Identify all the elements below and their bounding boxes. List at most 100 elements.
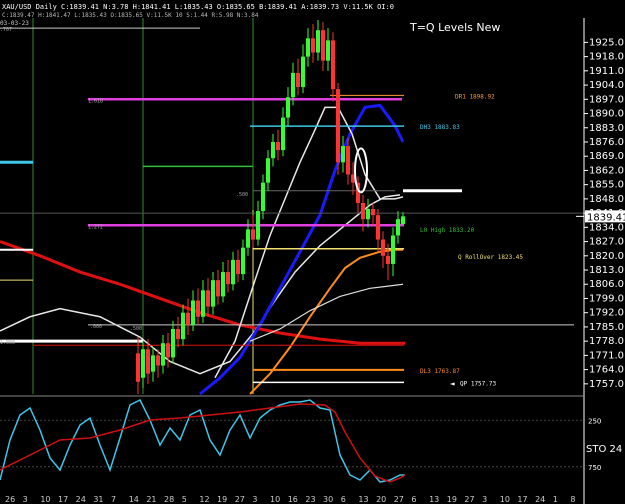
candle-body: [361, 202, 365, 220]
chart-title: T=Q Levels New: [409, 21, 500, 34]
candle-body: [281, 117, 285, 151]
price-tick-label: 1904.0: [589, 80, 624, 91]
candle-body: [336, 89, 340, 163]
price-tick-label: 1764.0: [589, 365, 624, 376]
candle-body: [181, 312, 185, 340]
candle-body: [231, 259, 235, 285]
candle-body: [326, 40, 330, 61]
fib-label: .000: [90, 324, 102, 330]
candle-body: [241, 247, 245, 275]
time-tick-label: 17: [58, 495, 68, 504]
time-tick-label: 26: [5, 495, 15, 504]
time-tick-label: 13: [358, 495, 368, 504]
time-tick-label: 5: [182, 495, 187, 504]
candle-body: [196, 300, 200, 317]
candle-body: [191, 300, 195, 325]
candle-body: [396, 219, 400, 236]
time-tick-label: 20: [376, 495, 386, 504]
price-tick-label: 1778.0: [589, 336, 624, 347]
time-tick-label: 7: [111, 495, 116, 504]
time-tick-label: 31: [93, 495, 103, 504]
time-tick-label: 17: [517, 495, 527, 504]
sto-tick-label: 250: [588, 417, 601, 425]
time-tick-label: 13: [429, 495, 439, 504]
time-tick-label: 27: [235, 495, 245, 504]
candle-body: [186, 312, 190, 325]
candle-body: [381, 239, 385, 256]
fib-label: .500: [130, 326, 142, 332]
candle-body: [166, 343, 170, 358]
price-tick-label: 1848.0: [589, 194, 624, 205]
level-label: DH3 1883.83: [420, 124, 460, 131]
time-tick-label: 3: [23, 495, 28, 504]
candle-body: [206, 290, 210, 307]
sto-label: STO 24: [586, 444, 622, 455]
time-tick-label: 27: [394, 495, 404, 504]
candle-body: [301, 56, 305, 88]
candle-body: [171, 328, 175, 358]
level-label: Q RollOver 1823.45: [458, 254, 523, 261]
candle-body: [271, 141, 275, 159]
time-tick-label: 16: [288, 495, 298, 504]
price-tick-label: 1862.0: [589, 165, 624, 176]
time-tick-label: 3: [482, 495, 487, 504]
time-tick-label: 3: [252, 495, 257, 504]
price-tick-label: 1890.0: [589, 109, 624, 120]
price-tick-label: 1911.0: [589, 66, 624, 77]
price-tick-label: 1834.0: [589, 222, 624, 233]
candle-body: [401, 216, 405, 224]
sub-header-text: C:1839.47 H:1841.47 L:1835.43 O:1835.65 …: [2, 12, 259, 19]
time-tick-label: 8: [570, 495, 575, 504]
price-tick-label: 1918.0: [589, 52, 624, 63]
fib-label: .707: [0, 27, 12, 33]
arrow-icon: ◄: [450, 380, 455, 387]
price-tick-label: 1806.0: [589, 279, 624, 290]
candle-body: [391, 235, 395, 264]
price-tick-label: 1876.0: [589, 137, 624, 148]
candle-body: [176, 328, 180, 340]
candle-body: [156, 355, 160, 366]
time-tick-label: 14: [129, 495, 139, 504]
time-tick-label: 28: [164, 495, 174, 504]
candle-body: [316, 30, 320, 53]
candle-body: [226, 272, 230, 285]
candle-body: [211, 280, 215, 307]
candle-body: [256, 211, 260, 240]
level-label: L0 High 1833.20: [420, 227, 475, 234]
fib-label: .500: [236, 192, 248, 198]
price-tick-label: 1925.0: [589, 37, 624, 48]
candle-body: [251, 229, 255, 240]
fib-label: 1.000: [0, 340, 15, 346]
price-tick-label: 1757.0: [589, 379, 624, 390]
header-text: XAU/USD Daily C:1839.41 N:3.78 H:1841.41…: [2, 3, 394, 11]
candle-body: [151, 355, 155, 372]
candle-body: [146, 349, 150, 374]
candle-body: [201, 290, 205, 317]
level-label: DR1 1898.92: [455, 93, 495, 100]
candle-body: [161, 343, 165, 366]
sto-tick-label: 750: [588, 464, 601, 472]
candle-body: [286, 97, 290, 118]
time-tick-label: 19: [447, 495, 457, 504]
time-tick-label: 24: [76, 495, 86, 504]
price-tick-label: 1799.0: [589, 293, 624, 304]
candle-body: [276, 141, 280, 151]
candle-body: [141, 349, 145, 378]
price-tick-label: 1869.0: [589, 151, 624, 162]
candle-body: [386, 255, 390, 264]
price-tick-label: 1855.0: [589, 180, 624, 191]
candle-body: [331, 40, 335, 90]
candle-body: [341, 146, 345, 163]
time-tick-label: 6: [411, 495, 416, 504]
time-tick-label: 19: [217, 495, 227, 504]
chart-canvas: DR1 1898.92 DH3 1883.83 L0 High 1833.20 Q R…: [0, 0, 625, 504]
time-tick-label: 10: [270, 495, 280, 504]
candle-body: [216, 280, 220, 297]
candle-body: [266, 158, 270, 183]
time-tick-label: 1: [553, 495, 558, 504]
time-tick-label: 24: [535, 495, 545, 504]
candle-body: [246, 229, 250, 248]
candle-body: [236, 259, 240, 275]
current-price-label: 1839.41: [587, 212, 625, 223]
candle-body: [346, 146, 350, 175]
